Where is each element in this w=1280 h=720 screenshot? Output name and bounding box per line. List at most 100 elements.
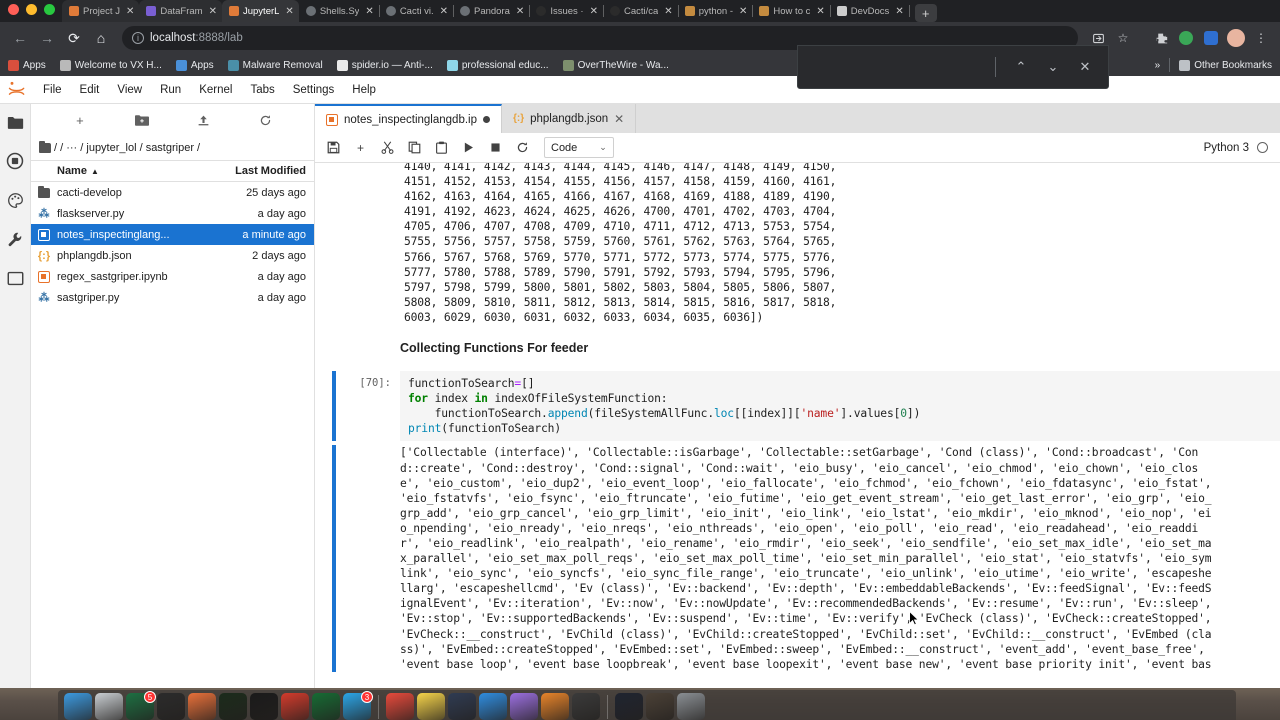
bookmark-6[interactable]: OverTheWire - Wa... [562,59,669,71]
browser-tab-1[interactable]: DataFram ✕ [139,0,223,22]
close-icon[interactable]: ✕ [664,6,672,17]
find-close-icon[interactable]: ✕ [1076,59,1094,75]
bookmark-star-icon[interactable]: ☆ [1112,27,1134,49]
find-in-page-bar[interactable]: ⌃ ⌄ ✕ [797,45,1109,89]
dock-item-grapher[interactable] [219,693,247,720]
browser-tab-6[interactable]: Issues · ✕ [529,0,604,22]
extension-puzzle-icon[interactable] [1150,27,1172,49]
insert-cell-icon[interactable]: + [348,136,373,160]
dock-item-messages[interactable]: 3 [343,691,373,720]
refresh-icon[interactable] [254,109,276,131]
dock-item-chrome[interactable] [386,693,414,720]
browser-tab-7[interactable]: Cacti/ca ✕ [603,0,679,22]
dock-item-code-editor[interactable] [615,693,643,720]
chrome-menu-icon[interactable]: ⋮ [1250,27,1272,49]
upload-icon[interactable] [192,109,214,131]
paste-icon[interactable] [429,136,454,160]
column-header-modified[interactable]: Last Modified [210,165,314,177]
browser-tab-8[interactable]: python - ✕ [678,0,754,22]
sidebar-item-tools[interactable] [4,228,26,250]
sidebar-item-palette[interactable] [4,189,26,211]
tab-phplangdb-json[interactable]: {:} phplangdb.json ✕ [502,104,637,133]
find-previous-icon[interactable]: ⌃ [1012,59,1030,75]
new-launcher-icon[interactable]: + [69,109,91,131]
dock-item-safari[interactable] [95,693,123,720]
dock-item-archive[interactable] [646,693,674,720]
file-row-0[interactable]: cacti-develop 25 days ago [31,182,314,203]
close-icon[interactable]: ✕ [365,6,373,17]
dock-item-terminal[interactable] [572,693,600,720]
file-row-1[interactable]: ⁂ flaskserver.py a day ago [31,203,314,224]
close-icon[interactable]: ✕ [614,112,624,126]
extension-blue-icon[interactable] [1200,27,1222,49]
dock-item-iterm[interactable] [250,693,278,720]
save-icon[interactable] [321,136,346,160]
dock-item-notes[interactable] [417,693,445,720]
bookmark-4[interactable]: spider.io — Anti-... [336,59,433,71]
close-icon[interactable]: ✕ [209,6,217,17]
code-cell[interactable]: [70]: functionToSearch=[] for index in i… [332,371,1280,442]
close-icon[interactable]: ✕ [126,6,134,17]
menu-settings[interactable]: Settings [284,76,344,104]
code-editor[interactable]: functionToSearch=[] for index in indexOf… [400,371,1280,442]
copy-icon[interactable] [402,136,427,160]
menu-tabs[interactable]: Tabs [241,76,283,104]
dock-item-sublime[interactable] [448,693,476,720]
dock-item-finder2[interactable] [479,693,507,720]
browser-tab-3[interactable]: Shells.Sy ✕ [299,0,380,22]
tab-notes-inspectinglangdb[interactable]: notes_inspectinglangdb.ip [315,104,502,133]
forward-icon[interactable]: → [35,26,59,50]
dock-item-trash[interactable] [677,693,705,720]
file-row-5[interactable]: ⁂ sastgriper.py a day ago [31,287,314,308]
sidebar-item-running[interactable] [4,150,26,172]
bookmarks-overflow-chevron[interactable]: » [1155,60,1161,71]
file-row-3[interactable]: {:} phplangdb.json 2 days ago [31,245,314,266]
profile-avatar[interactable] [1225,27,1247,49]
find-next-icon[interactable]: ⌄ [1044,59,1062,75]
close-window-button[interactable] [8,4,19,15]
bookmark-2[interactable]: Apps [175,59,214,71]
file-row-4[interactable]: regex_sastgriper.ipynb a day ago [31,266,314,287]
browser-tab-5[interactable]: Pandora ✕ [453,0,531,22]
close-icon[interactable]: ✕ [739,6,747,17]
close-icon[interactable]: ✕ [590,6,598,17]
file-row-2[interactable]: notes_inspectinglang... a minute ago [31,224,314,245]
browser-tab-2[interactable]: JupyterL ✕ [221,0,299,22]
menu-kernel[interactable]: Kernel [190,76,241,104]
new-folder-icon[interactable] [131,109,153,131]
column-header-name[interactable]: Name ▲ [31,165,210,177]
dock-item-star-app[interactable] [510,693,538,720]
menu-help[interactable]: Help [343,76,385,104]
dock-item-opera[interactable] [312,693,340,720]
cut-icon[interactable] [375,136,400,160]
cell-output-area[interactable]: ['Collectable (interface)', 'Collectable… [332,445,1280,672]
dock-item-finder[interactable] [64,693,92,720]
markdown-heading[interactable]: Collecting Functions For feeder [332,325,1280,365]
close-icon[interactable]: ✕ [440,6,448,17]
home-icon[interactable]: ⌂ [89,26,113,50]
minimize-window-button[interactable] [26,4,37,15]
extension-green-icon[interactable] [1175,27,1197,49]
run-cell-icon[interactable] [456,136,481,160]
stop-kernel-icon[interactable] [483,136,508,160]
dock-item-activity-monitor[interactable] [157,693,185,720]
browser-tab-0[interactable]: Project J ✕ [62,0,141,22]
back-icon[interactable]: ← [8,26,32,50]
bookmark-0[interactable]: Apps [8,59,46,71]
breadcrumb[interactable]: / / ··· / jupyter_lol / sastgriper / [31,136,314,160]
reload-icon[interactable]: ⟳ [62,26,86,50]
bookmark-5[interactable]: professional educ... [446,59,549,71]
menu-view[interactable]: View [108,76,151,104]
dock-item-excel[interactable]: 5 [126,691,156,720]
close-icon[interactable]: ✕ [516,6,524,17]
site-info-icon[interactable]: i [132,32,144,44]
menu-edit[interactable]: Edit [71,76,109,104]
menu-file[interactable]: File [34,76,71,104]
browser-tab-4[interactable]: Cacti vi. ✕ [379,0,454,22]
sidebar-item-extensions[interactable] [4,267,26,289]
close-icon[interactable]: ✕ [816,6,824,17]
bookmark-1[interactable]: Welcome to VX H... [59,59,162,71]
menu-run[interactable]: Run [151,76,190,104]
browser-tab-10[interactable]: DevDocs ✕ [830,0,910,22]
dock-item-pdf-reader[interactable] [281,693,309,720]
